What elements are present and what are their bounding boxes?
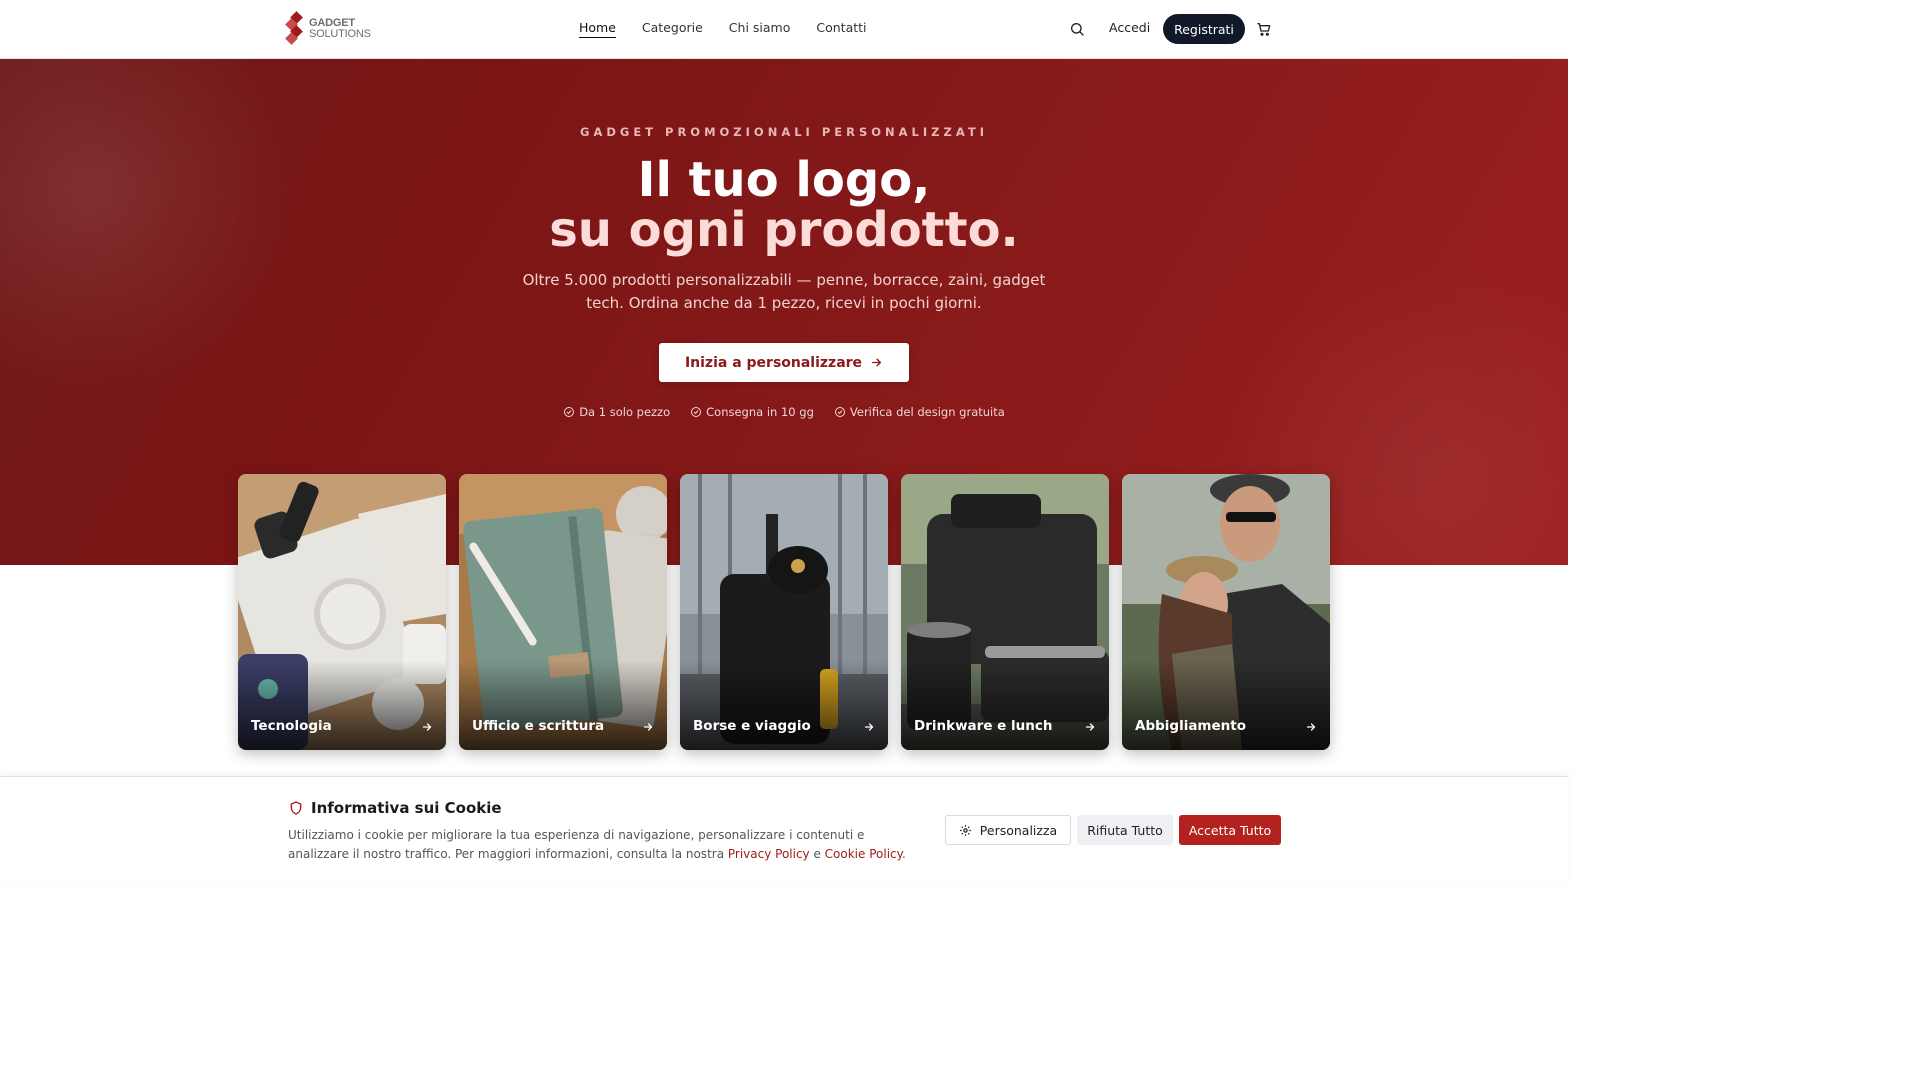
category-label: Borse e viaggio <box>693 718 811 734</box>
cookie-description: Utilizziamo i cookie per migliorare la t… <box>288 826 918 864</box>
trust-badge: Consegna in 10 gg <box>690 405 814 419</box>
cookie-banner: Informativa sui Cookie Utilizziamo i coo… <box>0 776 1568 882</box>
category-label: Tecnologia <box>251 718 332 734</box>
cookie-text-between: e <box>809 847 825 861</box>
category-card-ufficio-scrittura[interactable]: Ufficio e scrittura <box>459 474 667 750</box>
nav-link-chi-siamo[interactable]: Chi siamo <box>729 20 791 38</box>
logo-line-2: SOLUTIONS <box>309 28 371 40</box>
arrow-right-icon <box>872 358 882 367</box>
category-label: Ufficio e scrittura <box>472 718 605 734</box>
hero-eyebrow: GADGET PROMOZIONALI PERSONALIZZATI <box>580 125 988 139</box>
cookie-title: Informativa sui Cookie <box>288 799 502 817</box>
check-circle-icon <box>564 407 575 417</box>
hero-subtitle: Oltre 5.000 prodotti personalizzabili — … <box>522 271 1046 312</box>
category-card-abbigliamento[interactable]: Abbigliamento <box>1122 474 1330 750</box>
trust-badge-label: Da 1 solo pezzo <box>579 405 671 419</box>
arrow-right-icon <box>643 723 653 731</box>
check-circle-icon <box>691 407 702 417</box>
arrow-right-icon <box>422 723 432 731</box>
category-label: Drinkware e lunch <box>914 718 1053 734</box>
category-cards: Tecnologia Ufficio e scrittura Borse e v… <box>238 474 1330 750</box>
reject-all-button[interactable]: Rifiuta Tutto <box>1077 815 1173 845</box>
customize-cta-label: Inizia a personalizzare <box>684 354 863 371</box>
hero-headline-line-2: su ogni prodotto. <box>549 202 1019 258</box>
category-card-drinkware-lunch[interactable]: Drinkware e lunch <box>901 474 1109 750</box>
card-gradient <box>459 660 667 750</box>
login-link[interactable]: Accedi <box>1109 20 1150 35</box>
main-nav: Home Categorie Chi siamo Contatti <box>579 20 867 38</box>
trust-badge: Verifica del design gratuita <box>834 405 1005 419</box>
category-label: Abbigliamento <box>1135 718 1246 734</box>
nav-link-home[interactable]: Home <box>579 20 616 38</box>
privacy-policy-link[interactable]: Privacy Policy <box>728 847 810 861</box>
card-gradient <box>238 660 446 750</box>
customize-cta-button[interactable]: Inizia a personalizzare <box>659 343 909 382</box>
hero-headline: Il tuo logo, su ogni prodotto. <box>0 155 1568 255</box>
check-circle-icon <box>834 407 845 417</box>
gear-icon <box>959 824 971 836</box>
arrow-right-icon <box>864 723 874 731</box>
category-card-borse-viaggio[interactable]: Borse e viaggio <box>680 474 888 750</box>
card-gradient <box>680 660 888 750</box>
card-gradient <box>1122 660 1330 750</box>
logo-mark-icon <box>285 11 305 45</box>
register-button[interactable]: Registrati <box>1163 14 1245 44</box>
card-gradient <box>901 660 1109 750</box>
cookie-policy-link[interactable]: Cookie Policy <box>825 847 902 861</box>
arrow-right-icon <box>1306 723 1316 731</box>
accept-all-button[interactable]: Accetta Tutto <box>1179 815 1281 845</box>
hero-headline-line-1: Il tuo logo, <box>637 152 931 208</box>
customize-cookies-button[interactable]: Personalizza <box>945 815 1071 845</box>
trust-badge-label: Verifica del design gratuita <box>849 405 1005 419</box>
category-card-tecnologia[interactable]: Tecnologia <box>238 474 446 750</box>
nav-link-categorie[interactable]: Categorie <box>642 20 703 38</box>
trust-badge: Da 1 solo pezzo <box>563 405 670 419</box>
customize-cookies-label: Personalizza <box>979 822 1058 838</box>
cart-icon[interactable] <box>1256 21 1272 37</box>
cookie-title-text: Informativa sui Cookie <box>311 799 502 817</box>
brand-logo[interactable]: GADGET SOLUTIONS <box>285 11 371 45</box>
trust-badge-label: Consegna in 10 gg <box>706 405 814 419</box>
nav-link-contatti[interactable]: Contatti <box>816 20 866 38</box>
logo-text: GADGET SOLUTIONS <box>309 18 371 40</box>
trust-badges: Da 1 solo pezzo Consegna in 10 gg Verifi… <box>0 405 1568 419</box>
cookie-text-after: . <box>902 847 906 861</box>
shield-icon <box>290 801 302 815</box>
top-navbar: GADGET SOLUTIONS Home Categorie Chi siam… <box>0 0 1568 59</box>
arrow-right-icon <box>1085 723 1095 731</box>
search-icon[interactable] <box>1069 21 1085 37</box>
